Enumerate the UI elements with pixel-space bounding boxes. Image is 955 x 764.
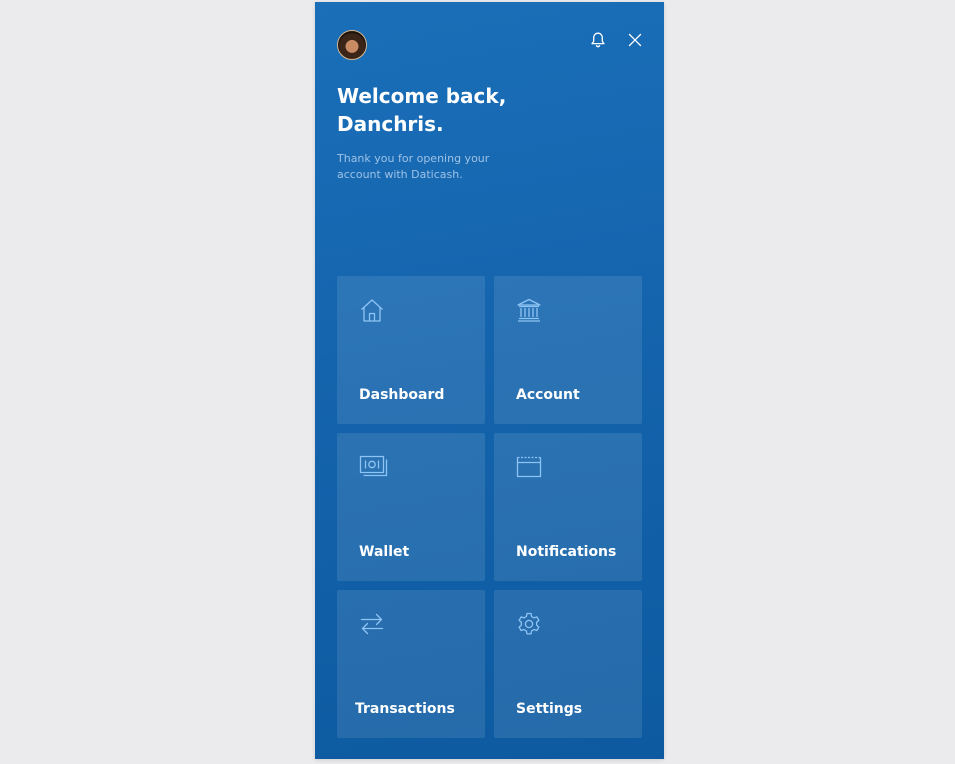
user-avatar[interactable] xyxy=(337,30,367,60)
tile-settings-label: Settings xyxy=(516,701,583,717)
welcome-heading: Welcome back, Danchris. xyxy=(337,82,506,138)
tile-account-label: Account xyxy=(516,387,580,403)
gear-icon xyxy=(518,612,540,635)
window-icon xyxy=(516,456,542,478)
home-icon xyxy=(361,299,383,322)
welcome-line-1: Welcome back, xyxy=(337,84,507,108)
close-icon[interactable] xyxy=(625,30,645,50)
tile-wallet-label: Wallet xyxy=(359,544,410,560)
tile-dashboard-label: Dashboard xyxy=(359,387,445,403)
menu-panel: Welcome back, Danchris. Thank you for op… xyxy=(315,2,664,759)
welcome-name: Danchris. xyxy=(337,112,444,136)
welcome-subtitle: Thank you for opening your account with … xyxy=(337,152,490,181)
transfer-icon xyxy=(360,613,384,635)
tile-settings[interactable]: Settings xyxy=(494,590,642,738)
menu-grid: Dashboard Account Wallet Notifications T… xyxy=(337,276,642,738)
wallet-icon xyxy=(359,455,388,477)
bell-icon[interactable] xyxy=(588,30,608,50)
tile-account[interactable]: Account xyxy=(494,276,642,424)
tile-wallet[interactable]: Wallet xyxy=(337,433,485,581)
tile-dashboard[interactable]: Dashboard xyxy=(337,276,485,424)
bank-icon xyxy=(517,298,541,322)
tile-notifications[interactable]: Notifications xyxy=(494,433,642,581)
tile-notifications-label: Notifications xyxy=(516,544,617,560)
tile-transactions[interactable]: Transactions xyxy=(337,590,485,738)
tile-transactions-label: Transactions xyxy=(355,701,455,717)
